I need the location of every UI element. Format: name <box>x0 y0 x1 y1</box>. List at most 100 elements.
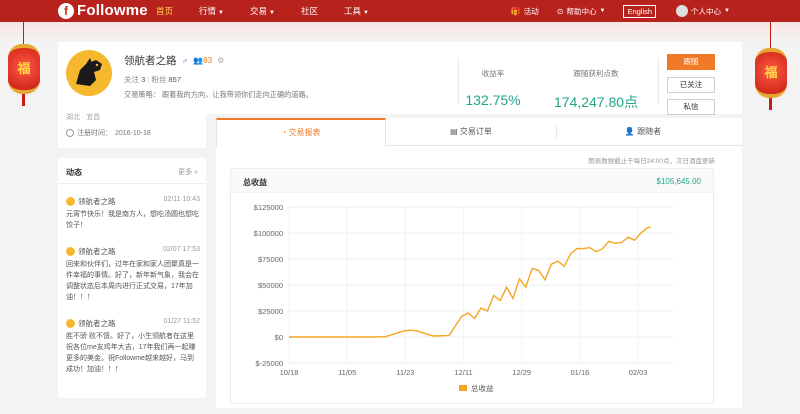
followme-logo[interactable]: f Followme <box>58 2 148 19</box>
return-rate-label: 收益率 <box>481 69 505 78</box>
avatar <box>66 318 75 328</box>
trading-strategy: 交易策略： 跟着我的方向，让我带领你们走向正确的道路。 <box>124 90 313 100</box>
settings-icon[interactable]: ⚙ <box>217 56 224 65</box>
nav-item-tools[interactable]: 工具 ▼ <box>336 0 377 22</box>
lantern-string <box>770 22 771 48</box>
total-profit-chart-card: 总收益 $105,645.00 $125000 $100000 $75000 $500… <box>230 168 714 404</box>
register-date: 2016-10-18 <box>115 129 151 137</box>
festive-band <box>0 22 800 42</box>
total-profit-value: $105,645.00 <box>656 177 702 186</box>
tab-followers[interactable]: 👤 跟随者 <box>558 118 728 146</box>
post-text: 回来和伙伴们，过年在家和家人团聚真是一件幸福的事情。好了，新年新气象，我会在调整… <box>66 261 199 301</box>
lantern-tassel <box>22 94 25 106</box>
lantern-tassel <box>769 98 772 110</box>
trader-profile-card: 领航者之路 ♂ 👥83 ⚙ 关注 3 | 粉丝 857 交易策略： 跟着我的方向… <box>58 42 742 115</box>
tab-label: 交易报表 <box>288 128 321 137</box>
followed-button[interactable]: 已关注 <box>667 77 715 93</box>
lantern-string <box>23 22 24 44</box>
data-update-note: 图表数据截止于每日24:00点，次日酒盘更新 <box>588 158 715 165</box>
activity-link[interactable]: 🎁 活动 <box>511 6 539 17</box>
avatar <box>676 5 689 17</box>
chevron-down-icon: ▼ <box>724 8 730 14</box>
x-tick-label: 12/29 <box>512 368 531 377</box>
help-icon: ⊙ <box>556 6 564 16</box>
post-time: 02/07 17:53 <box>163 246 200 253</box>
x-tick-label: 11/05 <box>338 368 356 377</box>
post-text: 元宵节快乐！我是南方人，想吃汤圆也想吃饺子！ <box>66 211 199 229</box>
nav-item-quotes[interactable]: 行情 ▼ <box>191 0 232 22</box>
post-time: 02/11 10:43 <box>163 196 200 203</box>
help-center-link[interactable]: ⊙ 帮助中心 ▼ <box>557 6 606 17</box>
trading-report-panel: ◔ 交易报表 ▤ 交易订单 👤 跟随者 图表数据截止于每日24:00点，次日酒盘… <box>216 118 742 408</box>
total-profit-line-chart: $125000 $100000 $75000 $50000 $25000 $0 $-2500… <box>254 203 673 393</box>
strategy-label: 交易策略： <box>124 90 160 99</box>
logo-text: Followme <box>77 2 148 19</box>
feed-title: 动态 <box>66 168 82 177</box>
nav-item-community[interactable]: 社区 <box>293 0 326 22</box>
x-tick-label: 02/03 <box>629 368 648 377</box>
avatar <box>66 246 75 256</box>
post-time: 01/27 11:52 <box>163 318 200 325</box>
user-center-menu[interactable]: 个人中心 ▼ <box>676 5 730 17</box>
horse-logo-icon <box>76 58 102 86</box>
nav-item-label: 交易 <box>249 6 267 16</box>
fans-count[interactable]: 857 <box>169 75 182 84</box>
tab-trading-report[interactable]: ◔ 交易报表 <box>216 118 386 147</box>
activity-feed: 动态 更多 » 领航者之路 02/11 10:43 元宵节快乐！我是南方人，想吃… <box>58 158 206 398</box>
follow-trade-button[interactable]: 跟随 <box>667 54 715 70</box>
post-author: 领航者之路 <box>78 196 116 206</box>
follow-profit-stat: 跟随获利点数 174,247.80点 <box>546 68 646 112</box>
nav-item-label: 首页 <box>156 6 174 16</box>
fan-badge[interactable]: 👥83 <box>193 56 212 65</box>
strategy-text: 跟着我的方向，让我带领你们走向正确的道路。 <box>161 90 313 99</box>
tab-trading-orders[interactable]: ▤ 交易订单 <box>386 118 556 146</box>
follow-stats: 关注 3 | 粉丝 857 <box>124 75 182 84</box>
gift-icon: 🎁 <box>510 6 521 16</box>
chevron-down-icon: ▼ <box>269 10 275 16</box>
feed-header: 动态 更多 » <box>58 158 206 184</box>
divider <box>658 58 659 104</box>
chart-card-header: 总收益 $105,645.00 <box>231 169 713 193</box>
y-tick-label: $100000 <box>254 229 283 238</box>
tab-label: 交易订单 <box>459 127 492 136</box>
follow-profit-label: 跟随获利点数 <box>573 69 619 78</box>
chart-card-title: 总收益 <box>243 178 267 187</box>
feed-post[interactable]: 领航者之路 02/07 17:53 回来和伙伴们，过年在家和家人团聚真是一件幸福… <box>66 246 200 303</box>
lantern-right: 福 <box>755 48 787 98</box>
nav-item-home[interactable]: 首页 <box>148 0 181 22</box>
y-tick-label: $125000 <box>254 203 283 212</box>
lantern-left: 福 <box>8 44 40 94</box>
chevron-down-icon: ▼ <box>362 10 369 16</box>
clock-icon <box>66 129 74 137</box>
user-icon: 👤 <box>624 127 635 136</box>
users-icon: 👥 <box>193 56 204 65</box>
legend-swatch <box>459 385 467 391</box>
nav-item-trade[interactable]: 交易 ▼ <box>242 0 283 22</box>
language-switch-button[interactable]: English <box>623 4 657 18</box>
private-message-button[interactable]: 私信 <box>667 99 715 115</box>
feed-more-label: 更多 <box>178 169 193 176</box>
nav-item-label: 社区 <box>300 6 318 16</box>
trader-name: 领航者之路 <box>124 55 177 67</box>
return-rate-value: 132.75% <box>465 92 521 108</box>
top-right-links: 🎁 活动 ⊙ 帮助中心 ▼ English 个人中心 ▼ <box>511 0 800 22</box>
trader-avatar[interactable] <box>66 50 112 96</box>
main-nav: 首页 行情 ▼ 交易 ▼ 社区 工具 ▼ <box>148 0 387 22</box>
follow-count[interactable]: 3 <box>141 75 145 84</box>
activity-label: 活动 <box>523 6 539 16</box>
document-icon: ▤ <box>450 127 458 136</box>
fan-count: 83 <box>203 56 213 65</box>
feed-post[interactable]: 领航者之路 01/27 11:52 胜不骄 败不馁。好了，小生领航者在这里祝各位… <box>66 318 200 375</box>
y-tick-label: $-25000 <box>255 359 283 368</box>
x-tick-label: 12/11 <box>454 368 472 377</box>
help-label: 帮助中心 <box>566 6 597 16</box>
x-tick-label: 01/16 <box>571 368 590 377</box>
post-author: 领航者之路 <box>78 246 116 256</box>
nav-item-label: 工具 <box>343 6 361 16</box>
feed-post[interactable]: 领航者之路 02/11 10:43 元宵节快乐！我是南方人，想吃汤圆也想吃饺子！ <box>66 196 200 231</box>
y-tick-label: $25000 <box>258 307 283 316</box>
feed-more-link[interactable]: 更多 » <box>178 167 198 177</box>
tab-bar: ◔ 交易报表 ▤ 交易订单 👤 跟随者 <box>216 118 742 147</box>
post-author: 领航者之路 <box>78 318 116 328</box>
logo-badge: f <box>58 2 74 19</box>
